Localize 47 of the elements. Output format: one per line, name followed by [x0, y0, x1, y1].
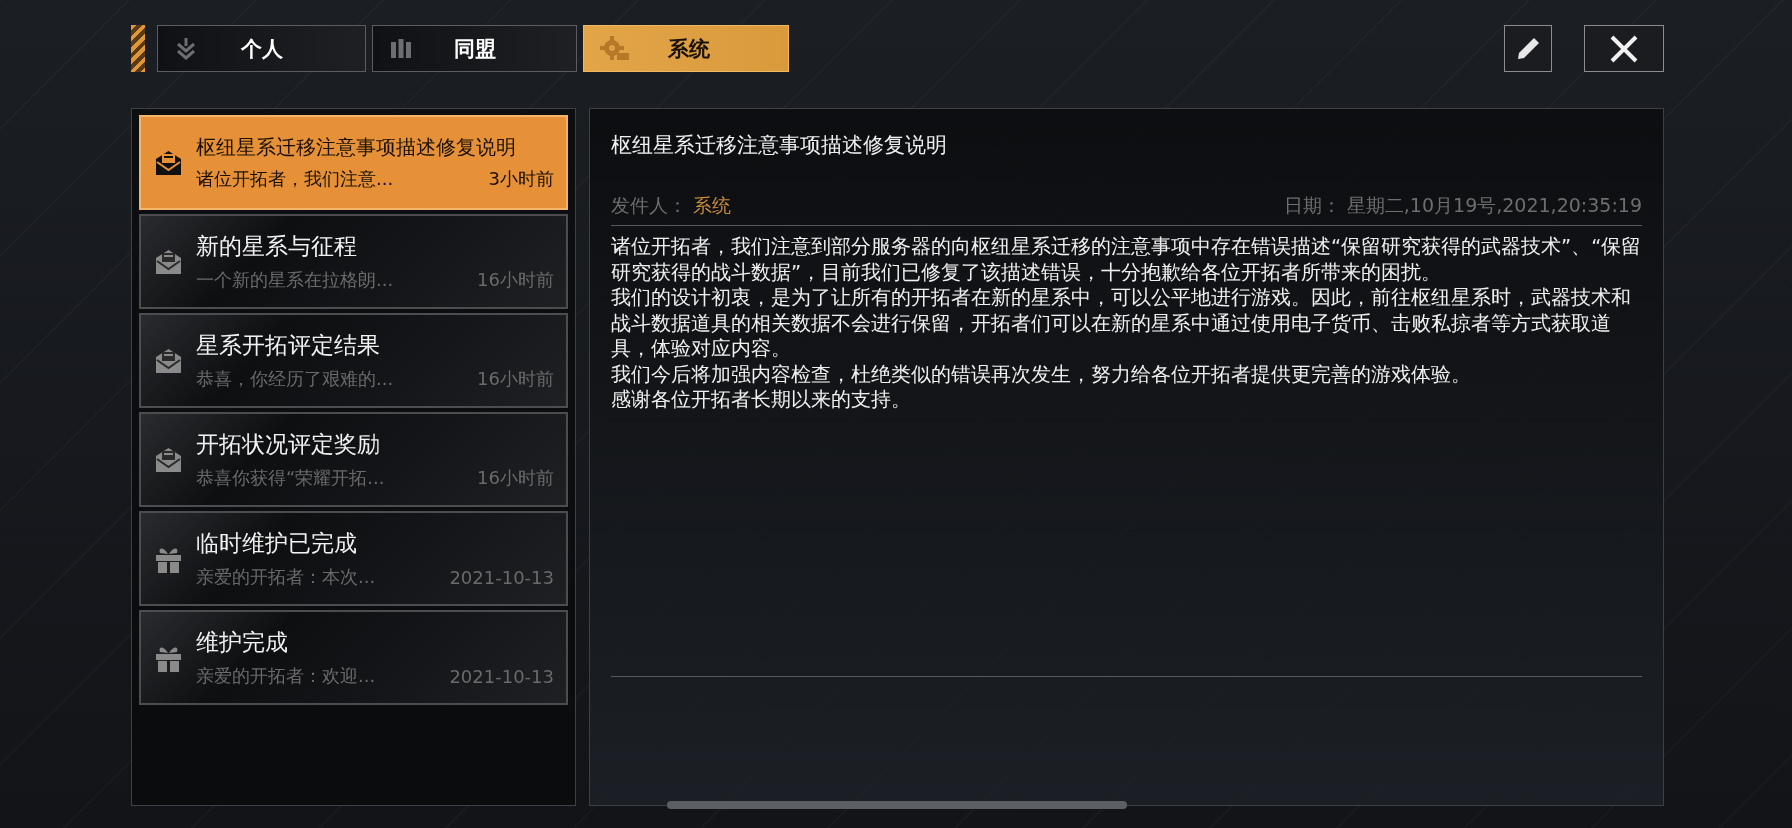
- mail-heading: 枢纽星系迁移注意事项描述修复说明: [611, 132, 948, 159]
- mail-item[interactable]: 临时维护已完成 亲爱的开拓者：本次... 2021-10-13: [139, 511, 568, 606]
- mail-title: 星系开拓评定结果: [196, 331, 381, 360]
- date-label: 日期：: [1283, 193, 1341, 218]
- mail-paragraph: 我们的设计初衷，是为了让所有的开拓者在新的星系中，可以公平地进行游戏。因此，前往枢纽星系时，武器技术和战斗数据道具的相关数据不会进行保留，开拓者们可以在新的星系中通过使用电子货币、击败私掠者等方式获取道具，体验对应内容。: [611, 285, 1632, 362]
- tab[interactable]: 系统: [583, 25, 789, 72]
- mail-paragraph: 感谢各位开拓者长期以来的支持。: [611, 387, 912, 413]
- mail-title: 开拓状况评定奖励: [196, 430, 381, 459]
- mail-item[interactable]: 新的星系与征程 一个新的星系在拉格朗... 16小时前: [139, 214, 568, 309]
- mail-preview: 亲爱的开拓者：欢迎...: [196, 664, 376, 688]
- mail-preview: 亲爱的开拓者：本次...: [196, 565, 376, 589]
- mail-time: 16小时前: [477, 466, 554, 490]
- mail-preview: 恭喜，你经历了艰难的...: [196, 367, 394, 391]
- mail-time: 16小时前: [477, 268, 554, 292]
- chevron-down-icon: [174, 35, 198, 62]
- close-icon: [1609, 33, 1639, 64]
- mail-time: 2021-10-13: [449, 665, 554, 687]
- scrollbar[interactable]: [667, 801, 1127, 809]
- edit-button[interactable]: [1504, 25, 1552, 72]
- mail-paragraph: 诸位开拓者，我们注意到部分服务器的向枢纽星系迁移的注意事项中存在错误描述“保留研究获得的武器技术”、“保留研究获得的战斗数据”，目前我们已修复了该描述错误，十分抱歉给各位开拓者所带来的困扰。: [611, 234, 1642, 285]
- mail-preview: 一个新的星系在拉格朗...: [196, 268, 394, 292]
- mail-item[interactable]: 开拓状况评定奖励 恭喜你获得“荣耀开拓... 16小时前: [139, 412, 568, 507]
- envelope-icon: [155, 446, 182, 473]
- mail-time: 2021-10-13: [449, 566, 554, 588]
- gear-icon: [600, 35, 630, 62]
- close-button[interactable]: [1584, 25, 1664, 72]
- mail-item[interactable]: 维护完成 亲爱的开拓者：欢迎... 2021-10-13: [139, 610, 568, 705]
- envelope-icon: [155, 347, 182, 374]
- mail-preview: 诸位开拓者，我们注意...: [196, 167, 394, 191]
- mail-item[interactable]: 枢纽星系迁移注意事项描述修复说明 诸位开拓者，我们注意... 3小时前: [139, 115, 568, 210]
- sender-label: 发件人：: [611, 193, 687, 218]
- mail-title: 新的星系与征程: [196, 232, 358, 261]
- mail-item[interactable]: 星系开拓评定结果 恭喜，你经历了艰难的... 16小时前: [139, 313, 568, 408]
- tab[interactable]: 个人: [157, 25, 366, 72]
- envelope-icon: [155, 248, 182, 275]
- mail-title: 临时维护已完成: [196, 529, 358, 558]
- sender-name: 系统: [693, 193, 731, 218]
- accent-stripe: [131, 25, 145, 72]
- mail-paragraph: 我们今后将加强内容检查，杜绝类似的错误再次发生，努力给各位开拓者提供更完善的游戏体验。: [611, 361, 1472, 387]
- envelope-icon: [155, 149, 182, 176]
- mail-preview: 恭喜你获得“荣耀开拓...: [196, 466, 385, 490]
- mail-title: 维护完成: [196, 628, 289, 657]
- date-value: 星期二,10月19号,2021,20:35:19: [1346, 193, 1642, 218]
- mail-time: 16小时前: [477, 367, 554, 391]
- tab[interactable]: 同盟: [372, 25, 577, 72]
- mail-title: 枢纽星系迁移注意事项描述修复说明: [196, 134, 517, 161]
- mail-time: 3小时前: [488, 167, 554, 191]
